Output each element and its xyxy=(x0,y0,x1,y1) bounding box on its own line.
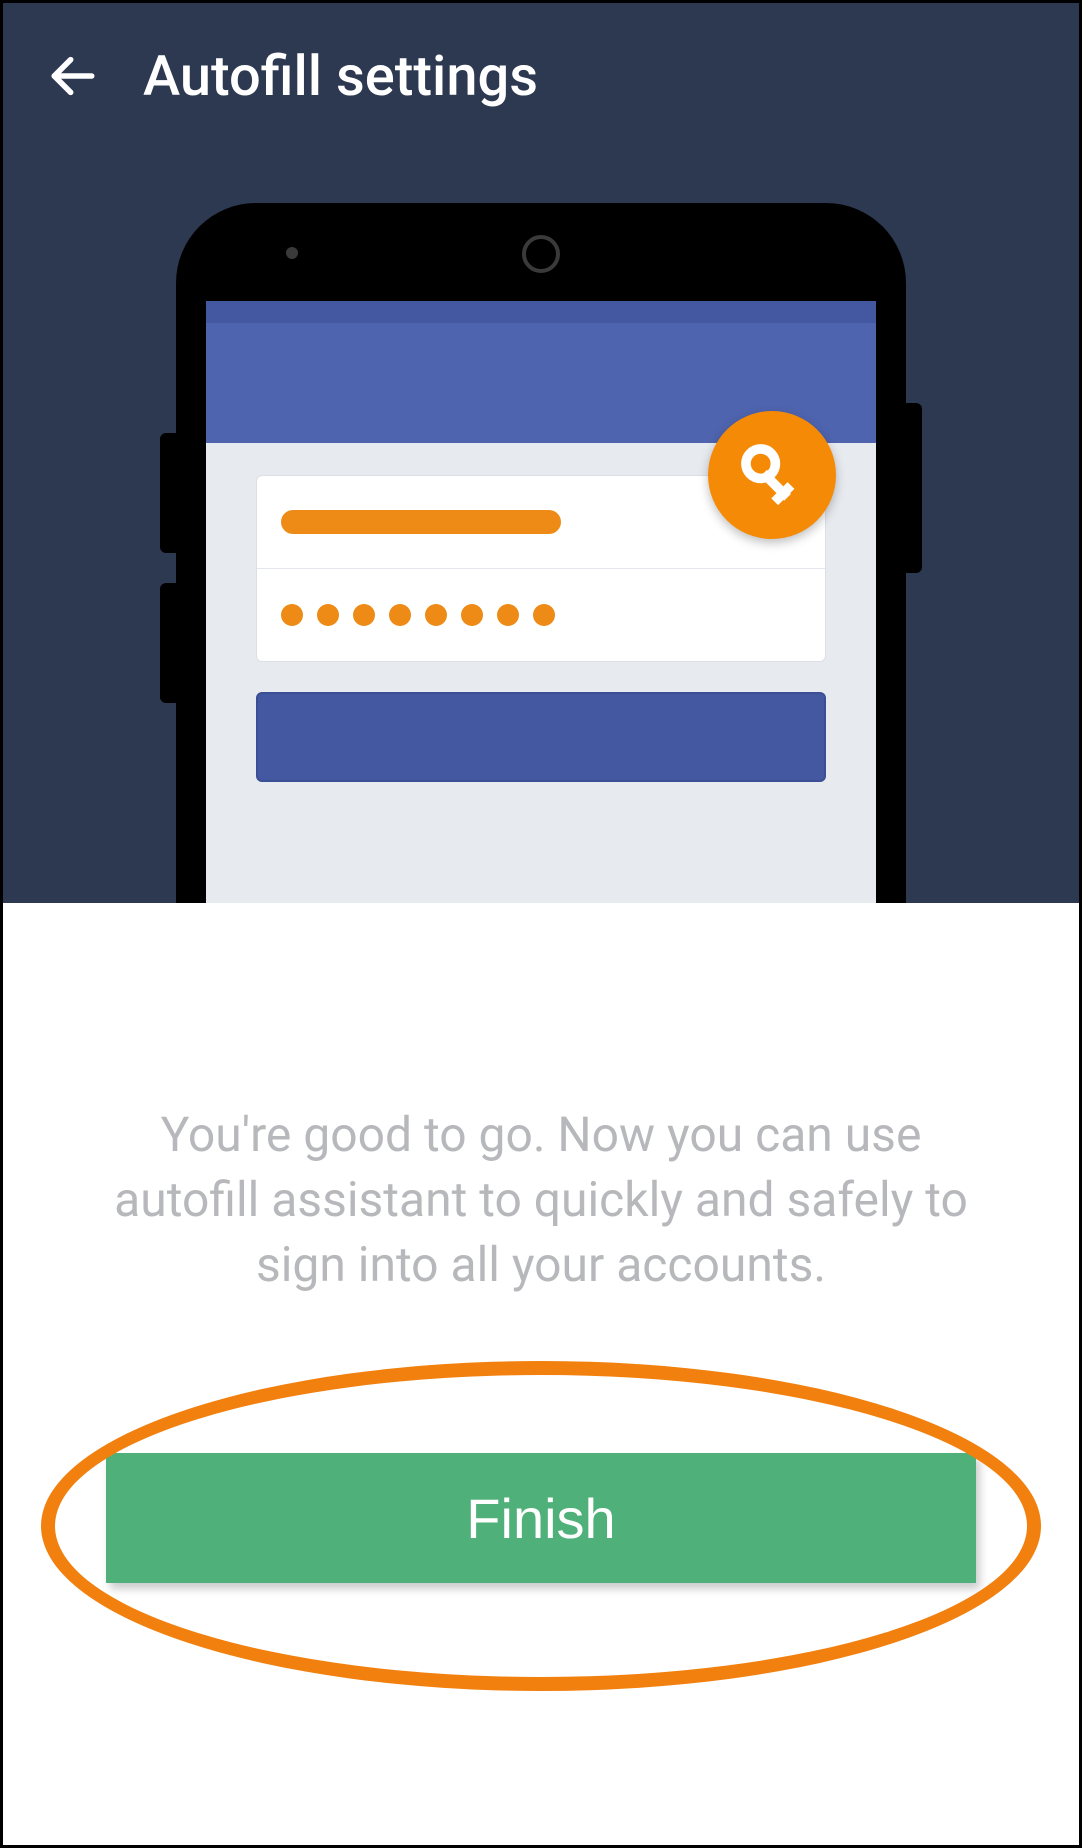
mock-password-dots xyxy=(281,604,555,626)
back-arrow-icon[interactable] xyxy=(43,46,103,106)
confirmation-message: You're good to go. Now you can use autof… xyxy=(113,1103,969,1297)
app-header: Autofill settings xyxy=(3,3,1079,109)
device-speaker xyxy=(286,247,298,259)
key-icon xyxy=(708,411,836,539)
mock-login-button xyxy=(256,692,826,782)
screen-frame: Autofill settings xyxy=(0,0,1082,1848)
device-volume-up xyxy=(160,433,176,553)
device-screen xyxy=(206,301,876,903)
mock-password-field xyxy=(257,569,825,661)
illustration-panel: Autofill settings xyxy=(3,3,1079,903)
mock-statusbar xyxy=(206,301,876,323)
device-camera xyxy=(522,235,560,273)
bottom-panel: You're good to go. Now you can use autof… xyxy=(3,903,1079,1845)
device-mockup xyxy=(176,203,906,903)
finish-button[interactable]: Finish xyxy=(106,1453,976,1583)
mock-username-value xyxy=(281,510,561,534)
finish-button-label: Finish xyxy=(466,1486,615,1551)
device-volume-down xyxy=(160,583,176,703)
device-power-button xyxy=(906,403,922,573)
page-title: Autofill settings xyxy=(143,43,538,109)
